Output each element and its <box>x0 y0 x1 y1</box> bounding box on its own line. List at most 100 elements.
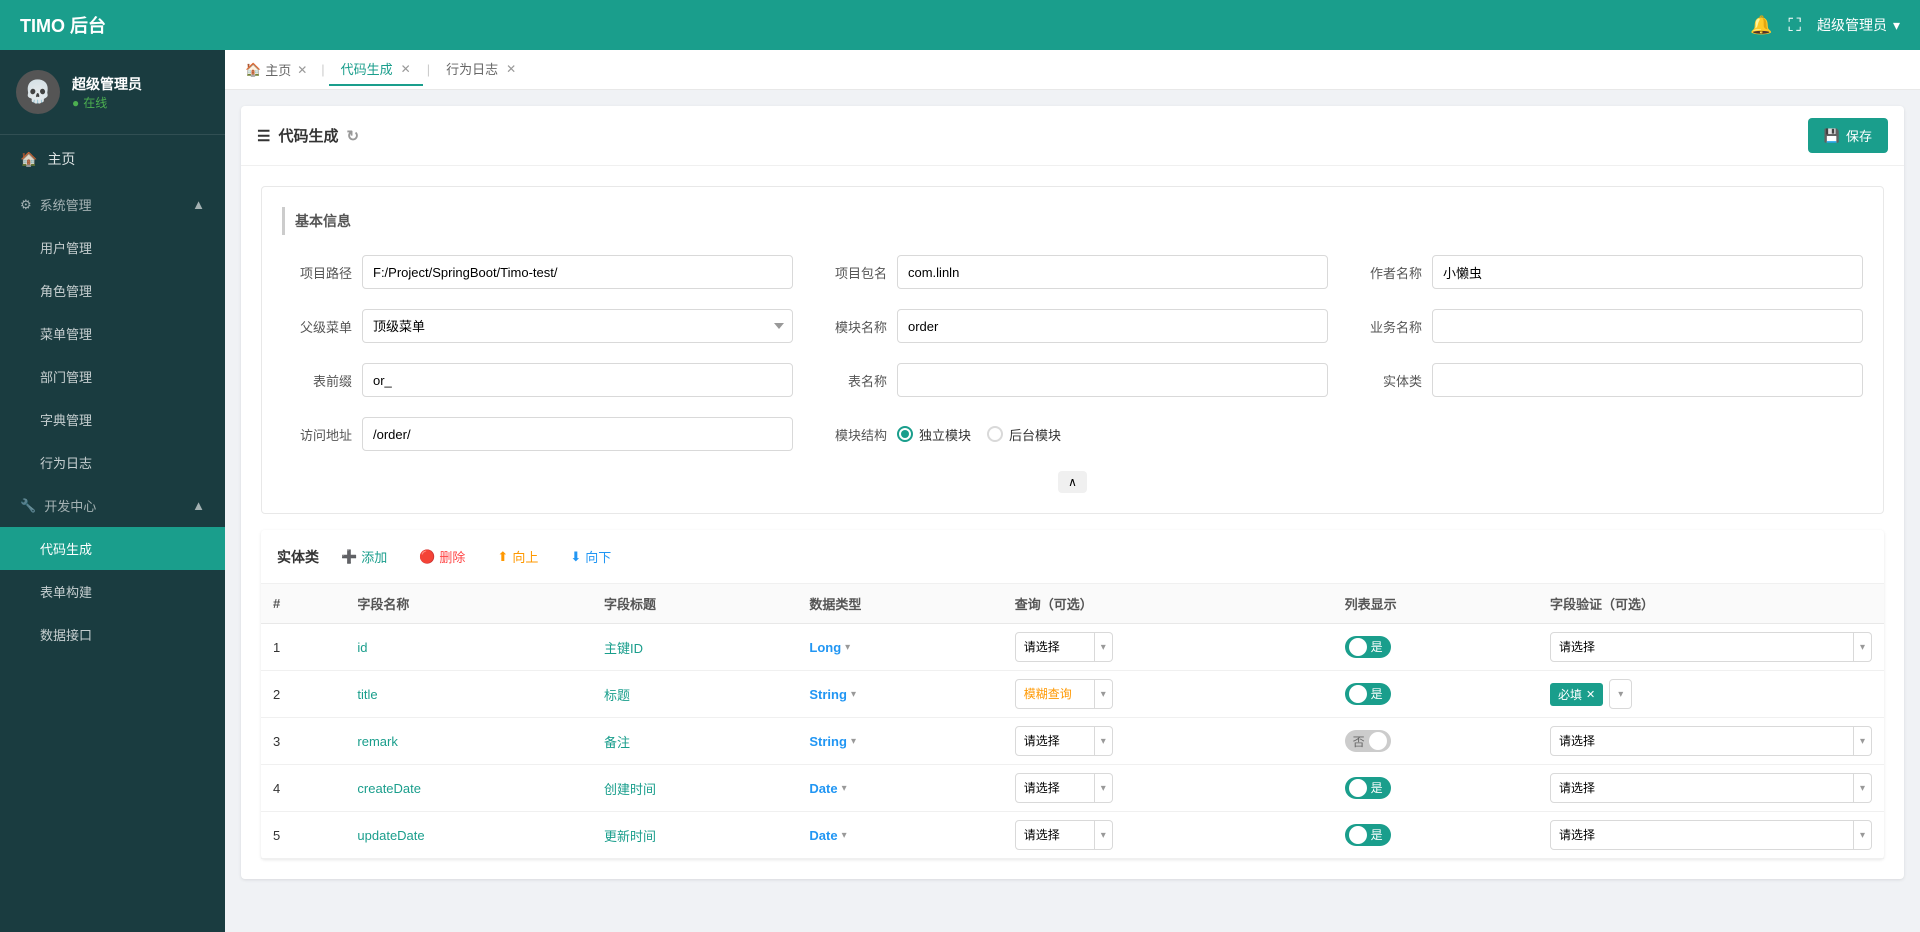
tab-home[interactable]: 🏠 主页 ✕ <box>235 54 317 85</box>
tab-activity-close[interactable]: ✕ <box>506 62 516 76</box>
validation-arrow-1[interactable]: ▾ <box>1854 632 1872 662</box>
tab-activity-log[interactable]: 行为日志 ✕ <box>434 53 528 86</box>
type-dropdown-icon[interactable]: ▾ <box>845 642 850 653</box>
tab-code-gen-close[interactable]: ✕ <box>401 62 411 76</box>
down-arrow-icon: ⬇ <box>570 549 581 565</box>
query-select-input-4[interactable]: 请选择 <box>1015 773 1095 803</box>
type-dropdown-icon-5[interactable]: ▾ <box>842 830 847 841</box>
validation-input-4[interactable]: 请选择 <box>1550 773 1854 803</box>
toggle-yes-5[interactable]: 是 <box>1345 824 1391 846</box>
row-data-type: Date ▾ <box>797 765 1002 812</box>
move-down-button[interactable]: ⬇ 向下 <box>560 542 621 571</box>
sidebar: 💀 超级管理员 在线 🏠 主页 ⚙ 系统管理 ▲ 用户管理 角色管理 菜单管理 … <box>0 50 225 932</box>
up-label: 向上 <box>512 547 538 566</box>
sidebar-section-system[interactable]: ⚙ 系统管理 ▲ <box>0 183 225 226</box>
chevron-up-icon: ▲ <box>192 197 205 212</box>
save-button[interactable]: 💾 保存 <box>1808 118 1888 153</box>
validation-input-5[interactable]: 请选择 <box>1550 820 1854 850</box>
sidebar-item-form-builder[interactable]: 表单构建 <box>0 570 225 613</box>
type-dropdown-icon-3[interactable]: ▾ <box>851 736 856 747</box>
entity-table-card: 实体类 ➕ 添加 🔴 删除 ⬆ 向上 <box>261 530 1884 859</box>
col-field-name: 字段名称 <box>345 584 592 624</box>
collapse-button[interactable]: ∧ <box>1058 471 1087 493</box>
radio-standalone[interactable]: 独立模块 <box>897 425 971 444</box>
card-body: 基本信息 项目路径 项目包名 作者名称 <box>241 166 1904 879</box>
required-badge: 必填 ✕ <box>1550 683 1603 706</box>
dev-icon: 🔧 <box>20 498 36 514</box>
row-num: 4 <box>261 765 345 812</box>
chevron-down-icon: ▾ <box>1893 17 1900 34</box>
query-arrow-3[interactable]: ▾ <box>1095 726 1113 756</box>
query-arrow-1[interactable]: ▾ <box>1095 632 1113 662</box>
query-select-input-2[interactable]: 模糊查询 <box>1015 679 1095 709</box>
tab-home-close[interactable]: ✕ <box>297 63 307 77</box>
validation-arrow-3[interactable]: ▾ <box>1854 726 1872 756</box>
sidebar-item-menu-mgmt[interactable]: 菜单管理 <box>0 312 225 355</box>
col-field-label: 字段标题 <box>592 584 797 624</box>
sidebar-item-role-mgmt[interactable]: 角色管理 <box>0 269 225 312</box>
row-data-type: String ▾ <box>797 718 1002 765</box>
sidebar-item-dept-mgmt[interactable]: 部门管理 <box>0 355 225 398</box>
toggle-label-4: 是 <box>1371 779 1383 796</box>
radio-backend[interactable]: 后台模块 <box>987 425 1061 444</box>
module-name-input[interactable] <box>897 309 1328 343</box>
table-prefix-input[interactable] <box>362 363 793 397</box>
query-select-input-5[interactable]: 请选择 <box>1015 820 1095 850</box>
type-dropdown-icon-2[interactable]: ▾ <box>851 689 856 700</box>
author-input[interactable] <box>1432 255 1863 289</box>
sidebar-item-code-gen[interactable]: 代码生成 <box>0 527 225 570</box>
validation-input-3[interactable]: 请选择 <box>1550 726 1854 756</box>
toggle-yes-1[interactable]: 是 <box>1345 636 1391 658</box>
tab-code-gen[interactable]: 代码生成 ✕ <box>329 53 423 86</box>
package-name-label: 项目包名 <box>817 263 887 282</box>
toggle-yes-2[interactable]: 是 <box>1345 683 1391 705</box>
tab-bar: 🏠 主页 ✕ | 代码生成 ✕ | 行为日志 ✕ <box>225 50 1920 90</box>
sidebar-section-dev[interactable]: 🔧 开发中心 ▲ <box>0 484 225 527</box>
bell-icon[interactable]: 🔔 <box>1750 15 1772 36</box>
tab-activity-label: 行为日志 <box>446 59 498 78</box>
delete-row-button[interactable]: 🔴 删除 <box>409 542 475 571</box>
sidebar-item-home[interactable]: 🏠 主页 <box>0 135 225 183</box>
query-arrow-5[interactable]: ▾ <box>1095 820 1113 850</box>
refresh-icon[interactable]: ↻ <box>346 127 359 145</box>
badge-close[interactable]: ✕ <box>1586 688 1595 701</box>
project-path-input[interactable] <box>362 255 793 289</box>
access-url-input[interactable] <box>362 417 793 451</box>
sidebar-item-dict-mgmt[interactable]: 字典管理 <box>0 398 225 441</box>
validation-arrow-4[interactable]: ▾ <box>1854 773 1872 803</box>
query-arrow-4[interactable]: ▾ <box>1095 773 1113 803</box>
biz-name-label: 业务名称 <box>1352 317 1422 336</box>
row-num: 1 <box>261 624 345 671</box>
package-name-input[interactable] <box>897 255 1328 289</box>
biz-name-input[interactable] <box>1432 309 1863 343</box>
validation-input-1[interactable]: 请选择 <box>1550 632 1854 662</box>
entity-class-input[interactable] <box>1432 363 1863 397</box>
add-row-button[interactable]: ➕ 添加 <box>331 542 397 571</box>
validation-arrow-2[interactable]: ▾ <box>1609 679 1632 709</box>
toggle-no-3[interactable]: 否 <box>1345 730 1391 752</box>
system-label: 系统管理 <box>40 195 92 214</box>
table-name-input[interactable] <box>897 363 1328 397</box>
table-row: 4 createDate 创建时间 Date ▾ <box>261 765 1884 812</box>
validation-select-3: 请选择 ▾ <box>1550 726 1872 756</box>
page-title: 代码生成 <box>278 125 338 146</box>
toggle-yes-4[interactable]: 是 <box>1345 777 1391 799</box>
sidebar-item-data-api[interactable]: 数据接口 <box>0 613 225 656</box>
query-select-input-3[interactable]: 请选择 <box>1015 726 1095 756</box>
sidebar-item-activity-log[interactable]: 行为日志 <box>0 441 225 484</box>
form-item-biz-name: 业务名称 <box>1352 309 1863 343</box>
home-icon: 🏠 <box>20 151 37 168</box>
sidebar-item-user-mgmt[interactable]: 用户管理 <box>0 226 225 269</box>
radio-backend-dot <box>987 426 1003 442</box>
fullscreen-icon[interactable]: ⛶ <box>1788 15 1801 36</box>
row-field-label: 更新时间 <box>592 812 797 859</box>
validation-arrow-5[interactable]: ▾ <box>1854 820 1872 850</box>
form-grid-row3: 表前缀 表名称 实体类 <box>282 363 1863 397</box>
parent-menu-select[interactable]: 顶级菜单 <box>362 309 793 343</box>
move-up-button[interactable]: ⬆ 向上 <box>487 542 548 571</box>
form-grid-row1: 项目路径 项目包名 作者名称 <box>282 255 1863 289</box>
type-dropdown-icon-4[interactable]: ▾ <box>842 783 847 794</box>
query-arrow-2[interactable]: ▾ <box>1095 679 1113 709</box>
user-menu[interactable]: 超级管理员 ▾ <box>1817 15 1900 35</box>
query-select-input-1[interactable]: 请选择 <box>1015 632 1095 662</box>
